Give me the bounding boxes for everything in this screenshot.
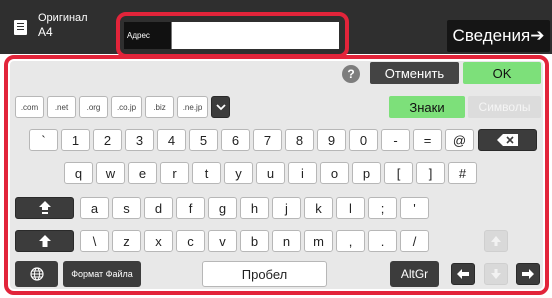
backspace-button[interactable] [478, 129, 537, 151]
globe-icon [29, 267, 44, 281]
original-label: Оригинал [38, 12, 88, 24]
chars-mode-button[interactable]: Знаки [389, 96, 465, 118]
key[interactable]: u [256, 162, 285, 184]
key[interactable]: ' [400, 197, 429, 219]
address-label: Адрес [124, 22, 172, 49]
key[interactable]: 2 [93, 129, 122, 151]
domain-key[interactable]: .net [47, 96, 76, 118]
arrow-down-icon [491, 269, 501, 279]
document-icon [14, 20, 27, 35]
domain-more-button[interactable] [211, 96, 230, 118]
key[interactable]: n [272, 230, 301, 252]
key[interactable]: . [368, 230, 397, 252]
space-key[interactable]: Пробел [202, 261, 327, 287]
key[interactable]: q [64, 162, 93, 184]
key[interactable]: y [224, 162, 253, 184]
key[interactable]: ; [368, 197, 397, 219]
key[interactable]: 1 [61, 129, 90, 151]
key[interactable]: 8 [285, 129, 314, 151]
key[interactable]: \ [80, 230, 109, 252]
key[interactable]: v [208, 230, 237, 252]
details-button[interactable]: Сведения➔ [447, 20, 550, 52]
key[interactable]: 3 [125, 129, 154, 151]
key[interactable]: p [352, 162, 381, 184]
key[interactable]: - [381, 129, 410, 151]
file-format-button[interactable]: Формат Файла [63, 261, 141, 287]
key[interactable]: a [80, 197, 109, 219]
key[interactable]: # [448, 162, 477, 184]
original-size: A4 [38, 25, 53, 39]
arrow-right-icon [522, 269, 534, 279]
domain-key[interactable]: .com [15, 96, 44, 118]
key[interactable]: 9 [317, 129, 346, 151]
key[interactable]: z [112, 230, 141, 252]
arrow-up-icon [491, 236, 501, 246]
domain-key[interactable]: .ne.jp [177, 96, 208, 118]
key[interactable]: d [144, 197, 173, 219]
arrow-left-icon [457, 269, 469, 279]
key[interactable]: w [96, 162, 125, 184]
key[interactable]: 6 [221, 129, 250, 151]
altgr-button[interactable]: AltGr [390, 261, 439, 287]
key[interactable]: 5 [189, 129, 218, 151]
key[interactable]: @ [445, 129, 474, 151]
key[interactable]: 7 [253, 129, 282, 151]
key[interactable]: [ [384, 162, 413, 184]
key[interactable]: ` [29, 129, 58, 151]
key[interactable]: m [304, 230, 333, 252]
caps-lock-button[interactable] [15, 197, 74, 219]
key[interactable]: 0 [349, 129, 378, 151]
key[interactable]: c [176, 230, 205, 252]
shift-arrow-icon [38, 235, 51, 247]
cursor-left-button[interactable] [451, 263, 475, 285]
key[interactable]: j [272, 197, 301, 219]
cancel-button[interactable]: Отменить [370, 62, 459, 84]
cursor-down-button [484, 263, 508, 285]
key[interactable]: r [160, 162, 189, 184]
domain-key[interactable]: .co.jp [111, 96, 142, 118]
key[interactable]: o [320, 162, 349, 184]
key[interactable]: x [144, 230, 173, 252]
domain-key[interactable]: .org [79, 96, 108, 118]
key[interactable]: f [176, 197, 205, 219]
help-button[interactable]: ? [342, 65, 360, 83]
symbols-mode-button: Символы [468, 96, 541, 118]
address-input[interactable] [171, 22, 339, 49]
cursor-right-button[interactable] [516, 263, 540, 285]
key[interactable]: ] [416, 162, 445, 184]
key[interactable]: e [128, 162, 157, 184]
language-button[interactable] [15, 261, 58, 287]
backspace-icon [496, 134, 518, 146]
key[interactable]: 4 [157, 129, 186, 151]
key[interactable]: g [208, 197, 237, 219]
key[interactable]: = [413, 129, 442, 151]
key[interactable]: i [288, 162, 317, 184]
caps-lock-icon [38, 201, 51, 214]
key[interactable]: l [336, 197, 365, 219]
key[interactable]: b [240, 230, 269, 252]
key[interactable]: s [112, 197, 141, 219]
chevron-down-icon [215, 103, 226, 110]
key[interactable]: , [336, 230, 365, 252]
ok-button[interactable]: OK [463, 62, 541, 84]
key[interactable]: / [400, 230, 429, 252]
cursor-up-button [484, 230, 508, 252]
shift-button[interactable] [15, 230, 74, 252]
domain-key[interactable]: .biz [145, 96, 174, 118]
key[interactable]: t [192, 162, 221, 184]
key[interactable]: k [304, 197, 333, 219]
key[interactable]: h [240, 197, 269, 219]
